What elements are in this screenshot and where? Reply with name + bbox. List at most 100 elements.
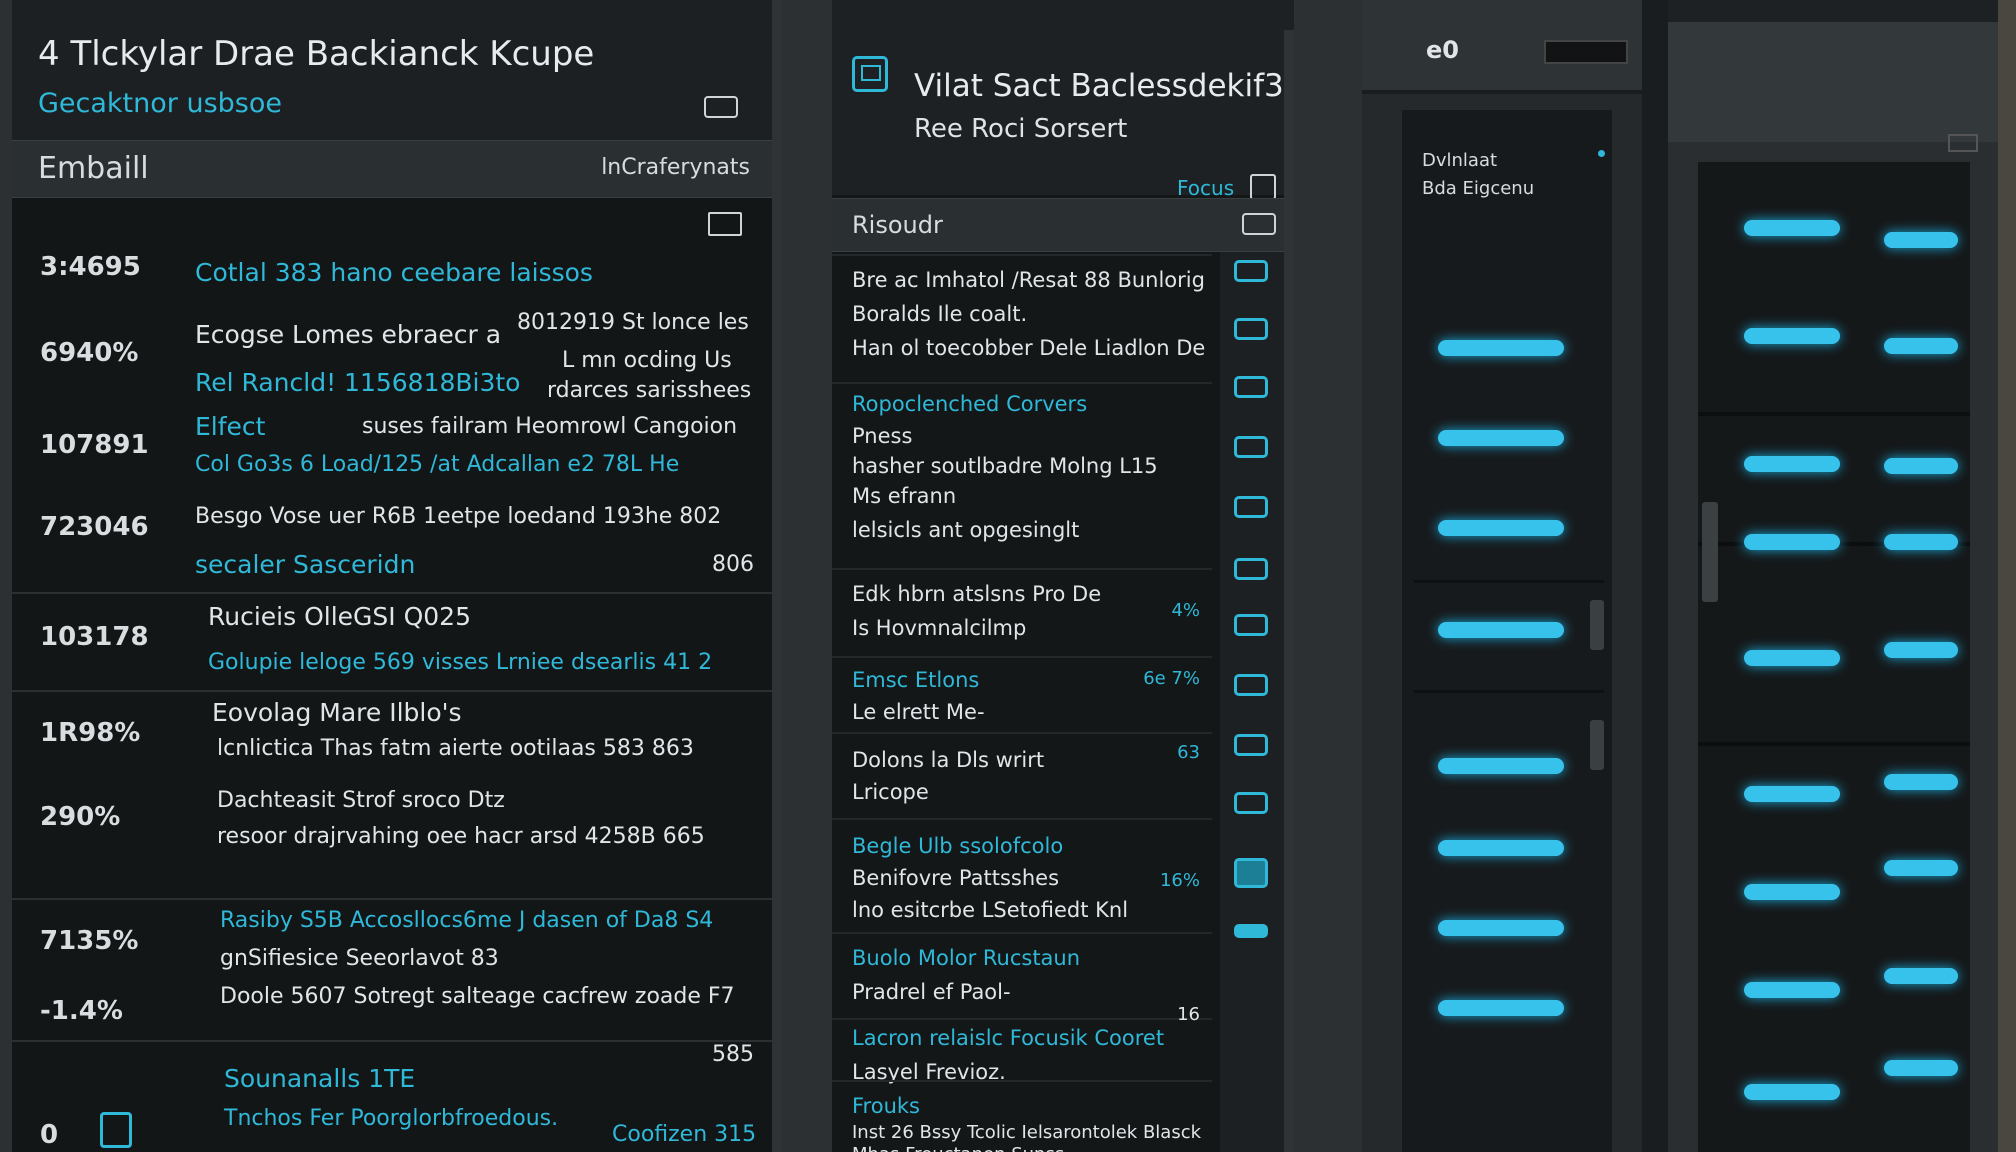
row-value: 16: [1177, 1004, 1200, 1025]
list-item[interactable]: Begle Ulb ssolofcolo Benifovre Pattsshes…: [832, 818, 1212, 932]
row-line: L mn ocding Us: [562, 348, 732, 373]
rack-panel-line: Bda Eigcenu: [1422, 178, 1535, 199]
row-line: Eovolag Mare Ilblo's: [212, 698, 462, 727]
status-led: [1438, 1000, 1564, 1016]
panel-icon[interactable]: [1234, 558, 1268, 580]
row-line: Ms efrann: [852, 484, 957, 508]
row-line: lno esitcrbe LSetofiedt Knl: [852, 898, 1129, 922]
action-rail: [1220, 252, 1284, 1152]
panel-icon[interactable]: [1234, 924, 1268, 938]
menu-icon[interactable]: [1250, 174, 1276, 200]
panel-icon[interactable]: [1234, 260, 1268, 282]
rack-label: e0: [1426, 36, 1459, 64]
row-line: resoor drajrvahing oee hacr arsd 4258B 6…: [217, 824, 705, 849]
panel-icon[interactable]: [1234, 496, 1268, 518]
server-rack: [1668, 22, 1998, 1152]
list-item[interactable]: Emsc Etlons Le elrett Me- 6e 7%: [832, 656, 1212, 732]
row-line: Sounanalls 1TE: [224, 1064, 416, 1093]
row-line: Tnchos Fer Poorglorbfroedous.: [224, 1106, 559, 1131]
list-item[interactable]: 103178 Rucieis OlleGSI Q025: [12, 592, 772, 652]
status-led: [1744, 328, 1840, 344]
row-line: Ropoclenched Corvers: [852, 392, 1088, 416]
background-wall: [1998, 0, 2016, 1152]
backup-monitor-screen: 4 Tlckylar Drae Backianck Kcupe Gecaktno…: [12, 0, 782, 1152]
row-line: Is Hovmnalcilmp: [852, 616, 1027, 640]
panel-icon[interactable]: [1234, 734, 1268, 756]
list-item[interactable]: 1R98% Eovolag Mare Ilblo's lcnlictica Th…: [12, 690, 772, 761]
status-led: [1884, 968, 1958, 984]
row-line: Begle Ulb ssolofcolo: [852, 834, 1064, 858]
panel-icon[interactable]: [1234, 792, 1268, 814]
rack-latch[interactable]: [1702, 502, 1718, 602]
list-item[interactable]: 7135% Rasiby S5B Accosllocs6me J dasen o…: [12, 898, 772, 971]
percent-value: 1R98%: [40, 718, 141, 748]
status-led: [1438, 622, 1564, 638]
row-line: Edk hbrn atslsns Pro De: [852, 582, 1102, 606]
server-rack: e0 Dvlnlaat Bda Eigcenu: [1362, 0, 1642, 1152]
toggle-icon[interactable]: [1242, 213, 1276, 235]
focus-link[interactable]: Focus: [1177, 176, 1234, 200]
square-icon[interactable]: [100, 1112, 132, 1148]
row-line: Dolons la Dls wrirt: [852, 748, 1045, 772]
panel-icon[interactable]: [1234, 376, 1268, 398]
row-line: Pness: [852, 424, 913, 448]
list-item[interactable]: Edk hbrn atslsns Pro De Is Hovmnalcilmp …: [832, 568, 1212, 656]
list-item[interactable]: Frouks Inst 26 Bssy Tcolic Ielsarontolek…: [832, 1080, 1212, 1152]
toggle-icon[interactable]: [704, 96, 738, 118]
row-line: secaler Sasceridn: [195, 550, 416, 579]
row-line: Doole 5607 Sotregt salteage cacfrew zoad…: [220, 984, 735, 1009]
row-line: Dachteasit Strof sroco Dtz: [217, 788, 505, 813]
row-line: Cotlal 383 hano ceebare laissos: [195, 258, 593, 287]
row-line: Lacron relaislc Focusik Cooret: [852, 1026, 1165, 1050]
panel-toggle-icon[interactable]: [708, 212, 742, 236]
list-item[interactable]: Dolons la Dls wrirt Lricope 63: [832, 732, 1212, 818]
status-led: [1438, 840, 1564, 856]
row-value: 4%: [1171, 600, 1200, 621]
drive-slot: [1544, 40, 1628, 64]
section-bar: Risoudr: [832, 198, 1284, 252]
panel-icon[interactable]: [1234, 614, 1268, 636]
row-line: lelsicls ant opgesinglt: [852, 518, 1080, 542]
row-line: Boralds Ile coalt.: [852, 302, 1028, 326]
panel-icon[interactable]: [1234, 858, 1268, 888]
percent-value: 107891: [40, 430, 149, 460]
rack-frame-middle: [782, 0, 832, 1152]
row-line: suses failram Heomrowl Cangoion: [362, 414, 738, 439]
drawer-handle[interactable]: [1590, 720, 1604, 770]
badge-icon: [1948, 134, 1978, 152]
row-line: Benifovre Pattsshes: [852, 866, 1060, 890]
drawer-handle[interactable]: [1590, 600, 1604, 650]
row-line: Inst 26 Bssy Tcolic Ielsarontolek Blasck: [852, 1122, 1202, 1143]
row-line: Rel Rancld! 1156818Bi3to: [195, 368, 521, 397]
row-line: 806: [712, 552, 754, 577]
backup-detail-screen: Vilat Sact Baclessdekif3 Ree Roci Sorser…: [832, 30, 1294, 1152]
row-line: Buolo Molor Rucstaun: [852, 946, 1081, 970]
list-item[interactable]: 0 Sounanalls 1TE Tnchos Fer Poorglorbfro…: [12, 1040, 772, 1150]
panel-icon[interactable]: [1234, 318, 1268, 340]
row-value: 6e 7%: [1143, 668, 1200, 689]
row-line: Han ol toecobber Dele Liadlon De: [852, 336, 1206, 360]
percent-value: 7135%: [40, 926, 139, 956]
drive-bay-divider: [1414, 580, 1604, 583]
list-item[interactable]: Bre ac Imhatol /Resat 88 Bunlorig Borald…: [832, 254, 1212, 382]
panel-icon[interactable]: [1234, 674, 1268, 696]
status-led: [1438, 340, 1564, 356]
panel-icon[interactable]: [1234, 436, 1268, 458]
row-line: 585: [712, 1042, 754, 1067]
status-led: [1884, 232, 1958, 248]
percent-value: 3:4695: [40, 252, 141, 282]
status-led: [1744, 650, 1840, 666]
percent-value: 103178: [40, 622, 149, 652]
app-icon: [852, 56, 888, 92]
row-line: Emsc Etlons: [852, 668, 980, 692]
status-led: [1438, 920, 1564, 936]
row-line: Le elrett Me-: [852, 700, 985, 724]
rack-frame-right: [1294, 0, 1362, 1152]
row-line: gnSifiesice Seeorlavot 83: [220, 946, 499, 971]
list-item[interactable]: Buolo Molor Rucstaun Pradrel ef Paol-: [832, 932, 1212, 1018]
list-item[interactable]: Ropoclenched Corvers Pness hasher soutlb…: [832, 382, 1212, 568]
status-led: [1884, 1060, 1958, 1076]
percent-value: 6940%: [40, 338, 139, 368]
row-line: Elfect: [195, 412, 266, 441]
status-led: [1884, 338, 1958, 354]
